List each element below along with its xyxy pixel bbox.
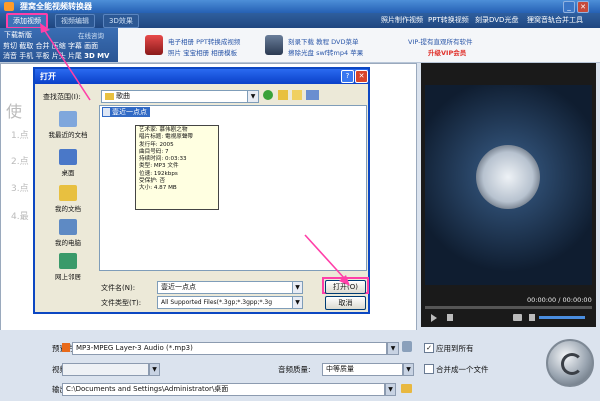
annotation-arrow-toolbar [44,30,91,101]
arrowhead-open [339,275,350,286]
arrowhead-toolbar [40,23,50,33]
annotation-arrows [40,23,350,286]
annotation-arrow-open [304,234,346,280]
